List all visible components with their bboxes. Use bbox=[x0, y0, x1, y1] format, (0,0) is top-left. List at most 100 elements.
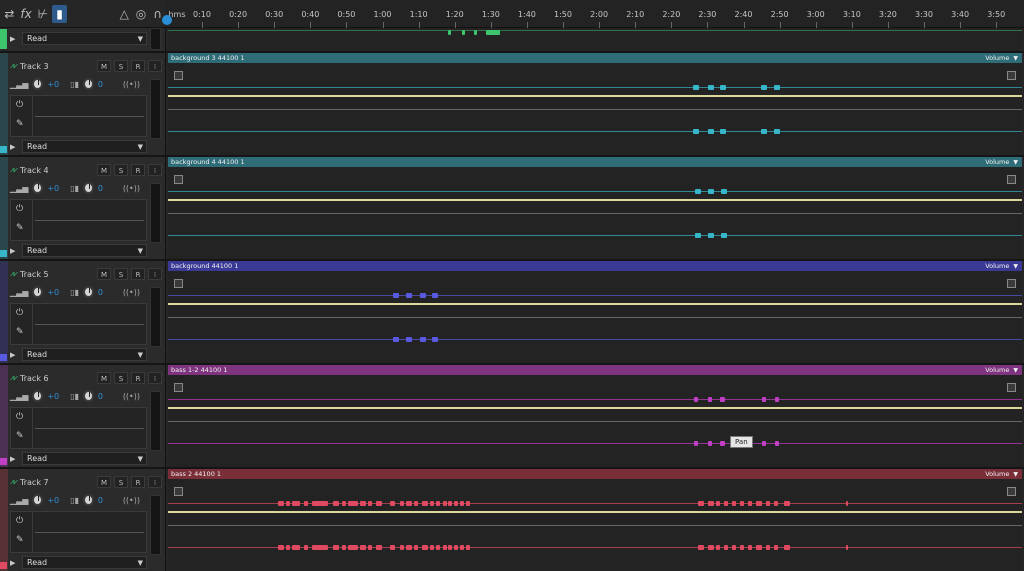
pan-envelope-line[interactable] bbox=[168, 421, 1022, 422]
fade-in-icon[interactable] bbox=[174, 383, 183, 392]
power-icon[interactable]: ⏻ bbox=[16, 204, 23, 214]
track-menu-button[interactable]: ⁝ bbox=[148, 476, 162, 488]
fade-in-icon[interactable] bbox=[174, 71, 183, 80]
track-lane[interactable]: background 3 44100 1 Volume ▼ bbox=[165, 53, 1024, 157]
monitor-input-icon[interactable]: ((•)) bbox=[123, 496, 140, 505]
solo-button[interactable]: S bbox=[114, 372, 128, 384]
record-arm-button[interactable]: R bbox=[131, 164, 145, 176]
pan-value[interactable]: 0 bbox=[98, 392, 117, 401]
mute-button[interactable]: M bbox=[97, 60, 111, 72]
volume-envelope-line[interactable] bbox=[168, 303, 1022, 305]
monitor-input-icon[interactable]: ((•)) bbox=[123, 288, 140, 297]
expand-arrow-icon[interactable]: ▶ bbox=[10, 455, 22, 463]
clip-body[interactable] bbox=[168, 479, 1022, 571]
fade-out-icon[interactable] bbox=[1007, 71, 1016, 80]
volume-knob[interactable] bbox=[32, 390, 44, 402]
automation-mode-select[interactable]: Read ▼ bbox=[22, 452, 147, 465]
time-ruler[interactable]: hms 0:10 0:20 0:30 0:40 0:50 1:00 1:10 1:20 1:30… bbox=[162, 0, 1024, 28]
envelope-select[interactable]: Volume bbox=[985, 158, 1009, 166]
pan-envelope-line[interactable] bbox=[168, 109, 1022, 110]
expand-arrow-icon[interactable]: ▶ bbox=[10, 351, 22, 359]
track-name[interactable]: Track 5 bbox=[20, 270, 94, 279]
volume-knob[interactable] bbox=[32, 494, 44, 506]
pan-knob[interactable] bbox=[83, 78, 94, 90]
track-lane[interactable]: background 4 44100 1 Volume ▼ bbox=[165, 157, 1024, 261]
fade-out-icon[interactable] bbox=[1007, 175, 1016, 184]
track-lane[interactable]: background 44100 1 Volume ▼ bbox=[165, 261, 1024, 365]
volume-envelope-line[interactable] bbox=[168, 407, 1022, 409]
pan-envelope-line[interactable] bbox=[168, 317, 1022, 318]
clip-body[interactable] bbox=[168, 375, 1022, 467]
power-icon[interactable]: ⏻ bbox=[16, 100, 23, 110]
track-menu-button[interactable]: ⁝ bbox=[148, 268, 162, 280]
clip-body[interactable] bbox=[168, 63, 1022, 155]
fade-out-icon[interactable] bbox=[1007, 383, 1016, 392]
volume-knob[interactable] bbox=[32, 78, 44, 90]
power-icon[interactable]: ⏻ bbox=[16, 516, 23, 526]
expand-arrow-icon[interactable]: ▶ bbox=[10, 247, 22, 255]
track-name[interactable]: Track 3 bbox=[20, 62, 94, 71]
pan-envelope-line[interactable] bbox=[168, 213, 1022, 214]
automation-mode-select[interactable]: Read ▼ bbox=[22, 348, 147, 361]
fade-in-icon[interactable] bbox=[174, 279, 183, 288]
automation-mode-select[interactable]: Read ▼ bbox=[22, 556, 147, 569]
mute-button[interactable]: M bbox=[97, 164, 111, 176]
lane-top[interactable] bbox=[165, 28, 1024, 53]
volume-envelope-line[interactable] bbox=[168, 199, 1022, 201]
clip-title-bar[interactable]: background 44100 1 Volume ▼ bbox=[168, 261, 1022, 271]
pencil-icon[interactable]: ✎ bbox=[16, 535, 24, 545]
clip-title-bar[interactable]: bass 2 44100 1 Volume ▼ bbox=[168, 469, 1022, 479]
fade-out-icon[interactable] bbox=[1007, 279, 1016, 288]
automation-mode-select[interactable]: Read ▼ bbox=[22, 140, 147, 153]
volume-value[interactable]: +0 bbox=[47, 288, 66, 297]
swap-icon[interactable]: ⇄ bbox=[2, 5, 17, 23]
monitor-input-icon[interactable]: ((•)) bbox=[123, 392, 140, 401]
clip-title-bar[interactable]: background 4 44100 1 Volume ▼ bbox=[168, 157, 1022, 167]
envelope-select[interactable]: Volume bbox=[985, 54, 1009, 62]
track-lane[interactable]: bass 1-2 44100 1 Volume ▼ bbox=[165, 365, 1024, 469]
pencil-icon[interactable]: ✎ bbox=[16, 223, 24, 233]
fade-in-icon[interactable] bbox=[174, 487, 183, 496]
solo-button[interactable]: S bbox=[114, 268, 128, 280]
pan-value[interactable]: 0 bbox=[98, 184, 117, 193]
solo-button[interactable]: S bbox=[114, 164, 128, 176]
pan-value[interactable]: 0 bbox=[98, 496, 117, 505]
volume-value[interactable]: +0 bbox=[47, 80, 66, 89]
clip-body[interactable] bbox=[168, 271, 1022, 363]
volume-value[interactable]: +0 bbox=[47, 392, 66, 401]
envelope-select[interactable]: Volume bbox=[985, 470, 1009, 478]
pan-value[interactable]: 0 bbox=[98, 80, 117, 89]
monitor-input-icon[interactable]: ((•)) bbox=[123, 80, 140, 89]
mute-button[interactable]: M bbox=[97, 476, 111, 488]
pencil-icon[interactable]: ✎ bbox=[16, 327, 24, 337]
expand-arrow-icon[interactable]: ▶ bbox=[10, 559, 22, 567]
metronome-icon[interactable]: △ bbox=[117, 5, 132, 23]
pan-knob[interactable] bbox=[83, 494, 94, 506]
volume-envelope-line[interactable] bbox=[168, 511, 1022, 513]
automation-mode-select[interactable]: Read ▼ bbox=[22, 32, 147, 45]
track-menu-button[interactable]: ⁝ bbox=[148, 164, 162, 176]
solo-button[interactable]: S bbox=[114, 476, 128, 488]
volume-knob[interactable] bbox=[32, 286, 44, 298]
pan-knob[interactable] bbox=[83, 286, 94, 298]
monitor-input-icon[interactable]: ((•)) bbox=[123, 184, 140, 193]
pan-knob[interactable] bbox=[83, 390, 94, 402]
automation-mode-select[interactable]: Read ▼ bbox=[22, 244, 147, 257]
solo-button[interactable]: S bbox=[114, 60, 128, 72]
track-menu-button[interactable]: ⁝ bbox=[148, 372, 162, 384]
envelope-select[interactable]: Volume bbox=[985, 262, 1009, 270]
record-arm-button[interactable]: R bbox=[131, 372, 145, 384]
track-name[interactable]: Track 7 bbox=[20, 478, 94, 487]
fx-icon[interactable]: fx bbox=[19, 5, 34, 23]
track-name[interactable]: Track 6 bbox=[20, 374, 94, 383]
multitrack-icon[interactable]: ⊬ bbox=[35, 5, 50, 23]
track-lane[interactable]: bass 2 44100 1 Volume ▼ bbox=[165, 469, 1024, 571]
pan-value[interactable]: 0 bbox=[98, 288, 117, 297]
record-arm-button[interactable]: R bbox=[131, 476, 145, 488]
playhead-handle[interactable] bbox=[162, 15, 172, 25]
envelope-select[interactable]: Volume bbox=[985, 366, 1009, 374]
track-name[interactable]: Track 4 bbox=[20, 166, 94, 175]
volume-envelope-line[interactable] bbox=[168, 95, 1022, 97]
record-arm-button[interactable]: R bbox=[131, 60, 145, 72]
power-icon[interactable]: ⏻ bbox=[16, 308, 23, 318]
